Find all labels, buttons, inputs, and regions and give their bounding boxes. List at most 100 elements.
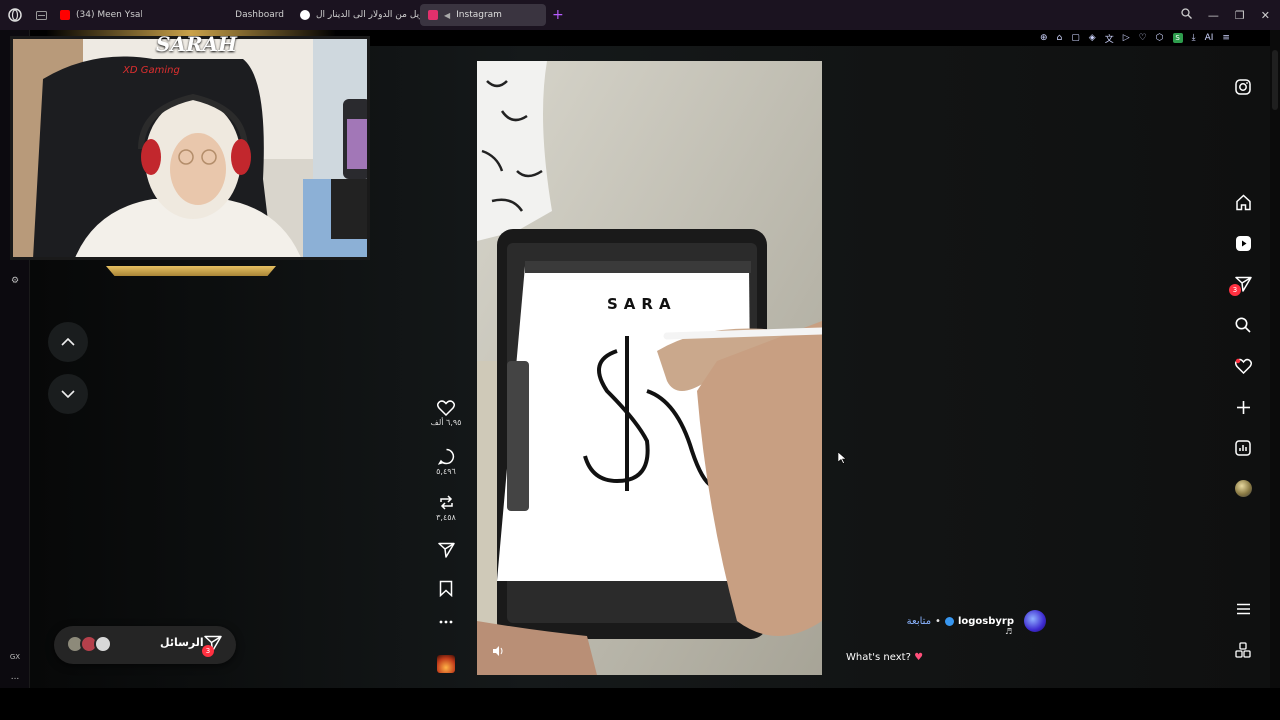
messages-unread-badge: 3 bbox=[202, 645, 214, 657]
apps-icon bbox=[1235, 642, 1251, 658]
reel-video[interactable]: SARA bbox=[477, 61, 822, 675]
bookmark-heart-icon[interactable]: ♡ bbox=[1139, 33, 1147, 43]
follow-button[interactable]: متابعة bbox=[907, 616, 931, 627]
reel-video-frame-image: SARA bbox=[477, 61, 822, 675]
heart-icon bbox=[1234, 358, 1252, 374]
hamburger-icon bbox=[1236, 603, 1250, 615]
browser-toolbar: ⊕ ⌂ ▢ ◈ 文 ▷ ♡ ⬡ S ⤓ AI ≡ bbox=[1030, 30, 1280, 46]
drawing-text: SARA bbox=[607, 295, 677, 313]
close-icon[interactable]: ✕ bbox=[1261, 9, 1270, 22]
extensions-icon[interactable]: ⬡ bbox=[1156, 33, 1164, 43]
mouse-cursor-icon bbox=[838, 452, 846, 464]
audio-track-thumbnail[interactable] bbox=[437, 655, 455, 673]
tab-dashboard[interactable]: Dashboard bbox=[142, 4, 292, 26]
like-button[interactable]: ٦,٩٥ ألف bbox=[422, 400, 470, 427]
menu-icon[interactable]: ≡ bbox=[1222, 33, 1230, 43]
previous-reel-button[interactable] bbox=[48, 322, 88, 362]
bookmark-icon bbox=[439, 580, 453, 597]
more-options-button[interactable] bbox=[422, 620, 470, 624]
reels-icon bbox=[1235, 235, 1251, 251]
scrollbar-thumb[interactable] bbox=[1272, 50, 1278, 110]
instagram-logo-icon[interactable] bbox=[1233, 77, 1253, 97]
tab-search-icon[interactable] bbox=[30, 0, 52, 30]
shield-icon[interactable]: ◈ bbox=[1089, 33, 1096, 43]
webcam-overlay: XD Gaming SARAH bbox=[6, 30, 376, 278]
extension-s-icon[interactable]: S bbox=[1172, 33, 1183, 43]
save-button[interactable] bbox=[422, 580, 470, 597]
sidebar-more-icon[interactable]: ... bbox=[8, 670, 22, 684]
author-username[interactable]: logosbyrp bbox=[958, 616, 1014, 627]
ai-button[interactable]: AI bbox=[1205, 33, 1214, 43]
tab-title: Instagram bbox=[456, 10, 502, 20]
tab-title: (34) Meen Ysal bbox=[76, 10, 142, 20]
minimize-icon[interactable]: — bbox=[1208, 9, 1219, 22]
nav-more[interactable] bbox=[1233, 599, 1253, 619]
messages-label: الرسائل bbox=[160, 636, 204, 649]
search-icon bbox=[1235, 317, 1251, 333]
caption-text: What's next? bbox=[846, 652, 911, 663]
nav-search[interactable] bbox=[1233, 315, 1253, 335]
volume-icon[interactable] bbox=[492, 645, 508, 661]
streamer-brand-logo: SARAH bbox=[156, 32, 237, 56]
like-count: ٦,٩٥ ألف bbox=[430, 418, 462, 427]
browser-tab-bar: (34) Meen Ysal Dashboard تحويل من الدولا… bbox=[0, 0, 1280, 30]
profile-avatar-icon bbox=[1234, 479, 1252, 497]
plus-icon bbox=[1236, 400, 1250, 414]
tab-title: Dashboard bbox=[235, 10, 284, 20]
nav-reels[interactable] bbox=[1233, 233, 1253, 253]
opera-gx-logo-icon[interactable] bbox=[0, 0, 30, 30]
nav-direct[interactable]: 3 bbox=[1229, 274, 1253, 296]
more-dots-icon bbox=[439, 620, 453, 624]
webcam-feed: XD Gaming bbox=[10, 36, 370, 260]
direct-unread-badge: 3 bbox=[1229, 284, 1241, 296]
message-avatars bbox=[66, 635, 126, 655]
zoom-icon[interactable]: ⊕ bbox=[1040, 33, 1048, 43]
snapshot-icon[interactable]: ▢ bbox=[1071, 33, 1080, 43]
chart-icon bbox=[1235, 440, 1251, 456]
window-controls: — ❐ ✕ bbox=[1181, 0, 1270, 30]
author-avatar[interactable] bbox=[1024, 610, 1046, 632]
next-reel-button[interactable] bbox=[48, 374, 88, 414]
instagram-favicon-icon bbox=[428, 10, 438, 20]
nav-notifications[interactable] bbox=[1233, 356, 1253, 376]
google-favicon-icon bbox=[300, 10, 310, 20]
nav-apps[interactable] bbox=[1233, 640, 1253, 660]
chevron-down-icon bbox=[61, 390, 75, 398]
tab-instagram[interactable]: ◀ Instagram bbox=[420, 4, 546, 26]
reel-caption: What's next? ♥ bbox=[846, 652, 923, 663]
chevron-up-icon bbox=[61, 338, 75, 346]
restore-icon[interactable]: ❐ bbox=[1235, 9, 1245, 22]
messages-button[interactable]: الرسائل 3 bbox=[54, 626, 236, 664]
reel-author: متابعة • logosbyrp bbox=[846, 610, 1046, 632]
play-icon[interactable]: ▷ bbox=[1123, 33, 1130, 43]
paper-plane-icon bbox=[437, 542, 455, 558]
page-scrollbar[interactable] bbox=[1270, 30, 1280, 688]
webcam-bottom-ornament bbox=[106, 266, 276, 276]
svg-text:XD Gaming: XD Gaming bbox=[122, 65, 180, 76]
repost-button[interactable]: ٣,٤٥٨ bbox=[422, 494, 470, 522]
nav-insights[interactable] bbox=[1233, 438, 1253, 458]
comment-icon bbox=[437, 448, 454, 465]
search-tabs-icon[interactable] bbox=[1181, 8, 1192, 22]
nav-create[interactable] bbox=[1233, 397, 1253, 417]
repost-count: ٣,٤٥٨ bbox=[436, 513, 456, 522]
new-tab-button[interactable]: + bbox=[552, 7, 564, 23]
verified-badge-icon bbox=[944, 616, 954, 626]
tab-youtube[interactable]: (34) Meen Ysal bbox=[52, 4, 142, 26]
nav-profile[interactable] bbox=[1233, 478, 1253, 498]
download-icon[interactable]: ⤓ bbox=[1192, 33, 1196, 43]
share-button[interactable] bbox=[422, 542, 470, 558]
tab-title: تحويل من الدولار الى الدينار ال bbox=[316, 10, 420, 20]
nav-home[interactable] bbox=[1233, 192, 1253, 212]
webcam-scene-image: XD Gaming bbox=[13, 39, 367, 257]
comment-count: ٥,٤٩٦ bbox=[436, 467, 456, 476]
tab-currency[interactable]: تحويل من الدولار الى الدينار ال bbox=[292, 4, 420, 26]
comment-button[interactable]: ٥,٤٩٦ bbox=[422, 448, 470, 476]
gx-label: GX bbox=[9, 653, 21, 661]
heart-emoji-icon: ♥ bbox=[914, 652, 924, 663]
music-note-icon: ♬ bbox=[1005, 627, 1013, 636]
avatar bbox=[94, 635, 112, 653]
heart-icon bbox=[437, 400, 455, 416]
translate-icon[interactable]: 文 bbox=[1105, 32, 1114, 45]
pin-icon[interactable]: ⌂ bbox=[1057, 33, 1063, 43]
